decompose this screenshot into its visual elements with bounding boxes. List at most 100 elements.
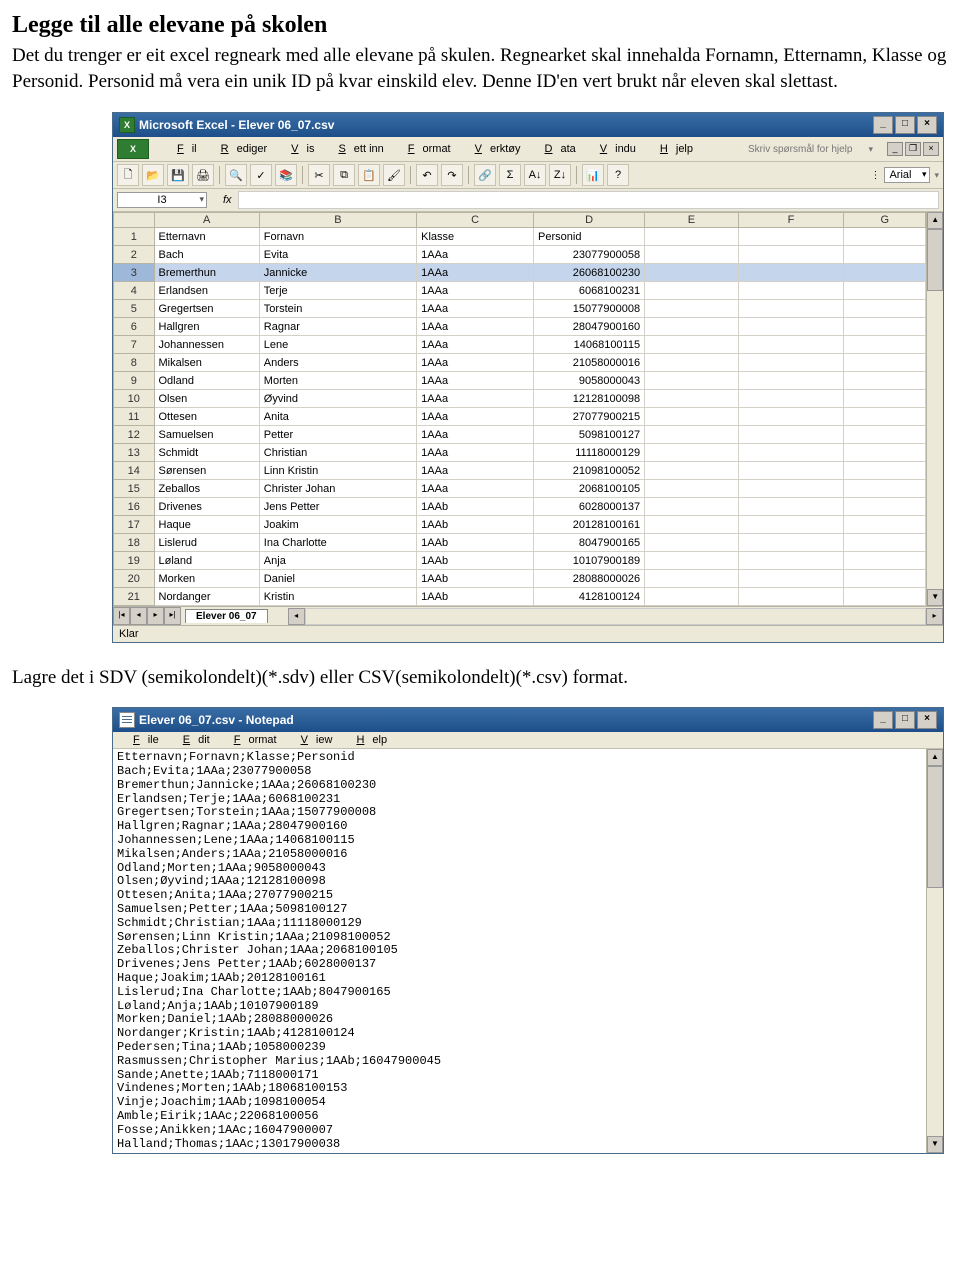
row-header[interactable]: 20	[114, 570, 155, 588]
hscroll-track[interactable]	[305, 608, 926, 625]
cell[interactable]	[738, 264, 843, 282]
cell[interactable]	[738, 516, 843, 534]
cell[interactable]	[844, 336, 926, 354]
cell[interactable]: Bach	[154, 246, 259, 264]
cell[interactable]: Anita	[259, 408, 416, 426]
cell[interactable]: Klasse	[417, 228, 534, 246]
col-header-A[interactable]: A	[154, 213, 259, 228]
col-header-E[interactable]: E	[645, 213, 739, 228]
cell[interactable]: 11118000129	[534, 444, 645, 462]
col-header-F[interactable]: F	[738, 213, 843, 228]
cell[interactable]	[645, 552, 739, 570]
np-menu-file[interactable]: File	[117, 732, 167, 748]
cell[interactable]: Lene	[259, 336, 416, 354]
menu-format[interactable]: Format	[392, 141, 459, 157]
cell[interactable]: Mikalsen	[154, 354, 259, 372]
research-icon[interactable]: 📚	[275, 164, 297, 186]
sort-desc-icon[interactable]: Z↓	[549, 164, 571, 186]
row-header[interactable]: 18	[114, 534, 155, 552]
cell[interactable]: 1AAa	[417, 444, 534, 462]
cell[interactable]: Torstein	[259, 300, 416, 318]
cell[interactable]	[738, 570, 843, 588]
cell[interactable]: 1AAa	[417, 264, 534, 282]
cell[interactable]: Løland	[154, 552, 259, 570]
maximize-button[interactable]: □	[895, 116, 915, 134]
cell[interactable]	[645, 390, 739, 408]
menu-hjelp[interactable]: Hjelp	[644, 141, 701, 157]
cell[interactable]	[738, 336, 843, 354]
cell[interactable]: 6028000137	[534, 498, 645, 516]
tab-nav-prev[interactable]: ◂	[130, 607, 147, 625]
cell[interactable]: 1AAb	[417, 534, 534, 552]
cell[interactable]	[645, 588, 739, 606]
menu-vindu[interactable]: Vindu	[584, 141, 644, 157]
cell[interactable]: Bremerthun	[154, 264, 259, 282]
hscroll-right[interactable]: ▸	[926, 608, 943, 625]
cell[interactable]: 28088000026	[534, 570, 645, 588]
row-header[interactable]: 19	[114, 552, 155, 570]
cell[interactable]: Anja	[259, 552, 416, 570]
cell[interactable]: Christer Johan	[259, 480, 416, 498]
cell[interactable]: 1AAb	[417, 516, 534, 534]
cell[interactable]	[738, 318, 843, 336]
cell[interactable]	[738, 588, 843, 606]
child-restore-button[interactable]: ❐	[905, 142, 921, 156]
cell[interactable]: 21058000016	[534, 354, 645, 372]
open-icon[interactable]: 📂	[142, 164, 164, 186]
np-minimize-button[interactable]: _	[873, 711, 893, 729]
cell[interactable]: 1AAa	[417, 354, 534, 372]
cell[interactable]: 4128100124	[534, 588, 645, 606]
paste-icon[interactable]: 📋	[358, 164, 380, 186]
cell[interactable]: 8047900165	[534, 534, 645, 552]
format-painter-icon[interactable]: 🖌	[383, 164, 405, 186]
hscroll-left[interactable]: ◂	[288, 608, 305, 625]
cell[interactable]	[738, 246, 843, 264]
row-header[interactable]: 6	[114, 318, 155, 336]
spreadsheet-grid[interactable]: ABCDEFG1EtternavnFornavnKlassePersonid2B…	[113, 212, 926, 606]
cell[interactable]: Fornavn	[259, 228, 416, 246]
cell[interactable]: 20128100161	[534, 516, 645, 534]
cell[interactable]	[738, 462, 843, 480]
sheet-tab[interactable]: Elever 06_07	[185, 609, 268, 623]
menu-vis[interactable]: Vis	[275, 141, 322, 157]
cell[interactable]: 1AAa	[417, 426, 534, 444]
cell[interactable]	[844, 264, 926, 282]
cell[interactable]: 1AAa	[417, 390, 534, 408]
cell[interactable]	[844, 570, 926, 588]
cell[interactable]: Samuelsen	[154, 426, 259, 444]
row-header[interactable]: 21	[114, 588, 155, 606]
menu-fil[interactable]: Fil	[161, 141, 205, 157]
cell[interactable]	[645, 426, 739, 444]
menu-rediger[interactable]: Rediger	[205, 141, 276, 157]
cell[interactable]	[645, 264, 739, 282]
menu-data[interactable]: Data	[529, 141, 584, 157]
cell[interactable]: Linn Kristin	[259, 462, 416, 480]
row-header[interactable]: 12	[114, 426, 155, 444]
cell[interactable]: Terje	[259, 282, 416, 300]
font-selector[interactable]: Arial	[884, 167, 930, 183]
cell[interactable]: Jens Petter	[259, 498, 416, 516]
fx-label[interactable]: fx	[223, 194, 232, 206]
cell[interactable]	[738, 228, 843, 246]
cell[interactable]	[645, 498, 739, 516]
cell[interactable]	[738, 372, 843, 390]
cell[interactable]: 1AAa	[417, 408, 534, 426]
cell[interactable]: Johannessen	[154, 336, 259, 354]
cell[interactable]	[844, 498, 926, 516]
row-header[interactable]: 9	[114, 372, 155, 390]
chart-icon[interactable]: 📊	[582, 164, 604, 186]
cell[interactable]: Ottesen	[154, 408, 259, 426]
cell[interactable]	[738, 282, 843, 300]
row-header[interactable]: 11	[114, 408, 155, 426]
cell[interactable]	[738, 426, 843, 444]
child-minimize-button[interactable]: _	[887, 142, 903, 156]
cell[interactable]	[844, 462, 926, 480]
cell[interactable]: 15077900008	[534, 300, 645, 318]
cell[interactable]: 9058000043	[534, 372, 645, 390]
cell[interactable]	[844, 480, 926, 498]
print-icon[interactable]: 🖨	[192, 164, 214, 186]
cell[interactable]	[844, 372, 926, 390]
cell[interactable]: Ina Charlotte	[259, 534, 416, 552]
preview-icon[interactable]: 🔍	[225, 164, 247, 186]
formula-bar[interactable]	[238, 191, 939, 209]
